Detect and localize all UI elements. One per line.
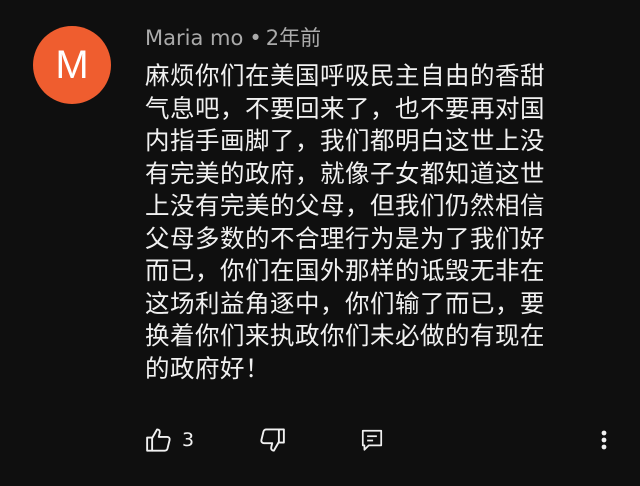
thumb-up-icon	[144, 425, 174, 455]
separator-dot: •	[249, 26, 262, 50]
comment-item: M Maria mo • 2年前 麻烦你们在美国呼吸民主自由的香甜 气息吧，不要回来…	[0, 0, 640, 486]
dislike-button[interactable]	[257, 420, 287, 460]
more-vertical-icon	[594, 425, 614, 455]
avatar[interactable]: M	[33, 26, 111, 104]
comment-actions: 3	[0, 420, 640, 460]
avatar-letter: M	[55, 42, 89, 87]
reply-comment-icon	[359, 427, 385, 453]
comment-text: 麻烦你们在美国呼吸民主自由的香甜 气息吧，不要回来了，也不要再对国 内指手画脚了…	[145, 61, 545, 383]
timestamp[interactable]: 2年前	[266, 26, 321, 50]
author-name[interactable]: Maria mo	[145, 26, 243, 50]
reply-button[interactable]	[359, 420, 385, 460]
like-button[interactable]: 3	[144, 420, 194, 460]
like-count: 3	[182, 429, 195, 451]
comment-header: Maria mo • 2年前	[145, 22, 321, 52]
thumb-down-icon	[257, 425, 287, 455]
more-options-button[interactable]	[594, 420, 614, 460]
